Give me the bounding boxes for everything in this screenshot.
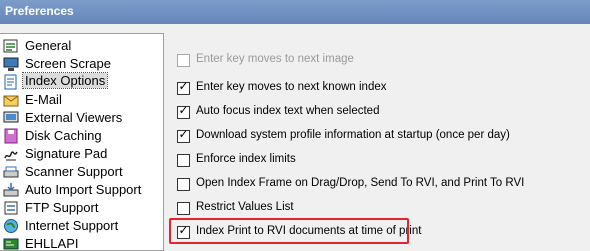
title-bar: Preferences <box>0 0 590 24</box>
option-auto-focus-index[interactable]: ✓ Auto focus index text when selected <box>177 103 587 121</box>
sidebar-item-label: External Viewers <box>25 110 123 125</box>
check-icon: ✓ <box>178 79 189 93</box>
sidebar-item-screen-scrape[interactable]: Screen Scrape <box>0 55 162 73</box>
sidebar-item-signature-pad[interactable]: Signature Pad <box>0 145 162 163</box>
check-icon: ✓ <box>178 103 189 117</box>
option-label: Restrict Values List <box>196 201 294 213</box>
email-icon <box>3 92 19 108</box>
ftp-support-icon <box>3 200 19 216</box>
screen-scrape-icon <box>3 56 19 72</box>
sidebar-item-label: Index Options <box>21 72 109 89</box>
checkbox[interactable]: ✓ <box>177 127 190 143</box>
sidebar-item-auto-import[interactable]: Auto Import Support <box>0 181 162 199</box>
sidebar-item-email[interactable]: E-Mail <box>0 91 162 109</box>
sidebar-item-index-options[interactable]: Index Options <box>0 72 162 91</box>
option-enter-next-known-index[interactable]: ✓ Enter key moves to next known index <box>177 79 587 97</box>
sidebar-item-label: Signature Pad <box>25 146 108 161</box>
sidebar-item-external-viewers[interactable]: External Viewers <box>0 109 162 127</box>
signature-pad-icon <box>3 146 19 162</box>
option-enforce-index-limits[interactable]: Enforce index limits <box>177 153 587 169</box>
disk-caching-icon <box>3 128 19 144</box>
checkbox[interactable]: ✓ <box>177 79 190 95</box>
option-label: Auto focus index text when selected <box>196 105 380 117</box>
sidebar-item-label: EHLLAPI <box>25 236 79 251</box>
sidebar-item-internet-support[interactable]: Internet Support <box>0 217 162 235</box>
sidebar-item-label: Internet Support <box>25 218 119 233</box>
option-restrict-values-list[interactable]: Restrict Values List <box>177 201 587 217</box>
sidebar-item-scanner-support[interactable]: Scanner Support <box>0 163 162 181</box>
highlight-box <box>169 218 409 244</box>
option-open-index-frame[interactable]: Open Index Frame on Drag/Drop, Send To R… <box>177 177 587 193</box>
check-icon: ✓ <box>178 127 189 141</box>
checkbox[interactable] <box>177 54 190 67</box>
sidebar-item-label: Screen Scrape <box>25 56 111 71</box>
option-label: Enter key moves to next known index <box>196 81 387 93</box>
sidebar-item-disk-caching[interactable]: Disk Caching <box>0 127 162 145</box>
scanner-support-icon <box>3 164 19 180</box>
sidebar-item-label: Disk Caching <box>25 128 102 143</box>
option-download-profile[interactable]: ✓ Download system profile information at… <box>177 127 587 145</box>
auto-import-icon <box>3 182 19 198</box>
ehllapi-icon <box>3 236 19 250</box>
checkbox[interactable] <box>177 202 190 215</box>
sidebar-item-label: Auto Import Support <box>25 182 142 197</box>
sidebar-item-label: E-Mail <box>25 92 62 107</box>
sidebar-item-label: General <box>25 38 72 53</box>
sidebar-item-ftp-support[interactable]: FTP Support <box>0 199 162 217</box>
checkbox[interactable]: ✓ <box>177 103 190 119</box>
option-label: Download system profile information at s… <box>196 129 510 141</box>
option-label: Enter key moves to next image <box>196 53 354 65</box>
sidebar-item-label: Scanner Support <box>25 164 123 179</box>
external-viewers-icon <box>3 110 19 126</box>
option-enter-next-image[interactable]: Enter key moves to next image <box>177 53 587 69</box>
index-options-icon <box>3 74 19 90</box>
sidebar-item-label: FTP Support <box>25 200 99 215</box>
preferences-sidebar: General Screen Scrape Index Options E-Ma… <box>0 33 164 251</box>
option-label: Open Index Frame on Drag/Drop, Send To R… <box>196 177 525 189</box>
option-label: Enforce index limits <box>196 153 296 165</box>
sidebar-item-ehllapi[interactable]: EHLLAPI <box>0 235 162 251</box>
checkbox[interactable] <box>177 154 190 167</box>
general-icon <box>3 38 19 54</box>
window-title: Preferences <box>5 4 74 18</box>
internet-support-icon <box>3 218 19 234</box>
sidebar-item-general[interactable]: General <box>0 37 162 55</box>
checkbox[interactable] <box>177 178 190 191</box>
